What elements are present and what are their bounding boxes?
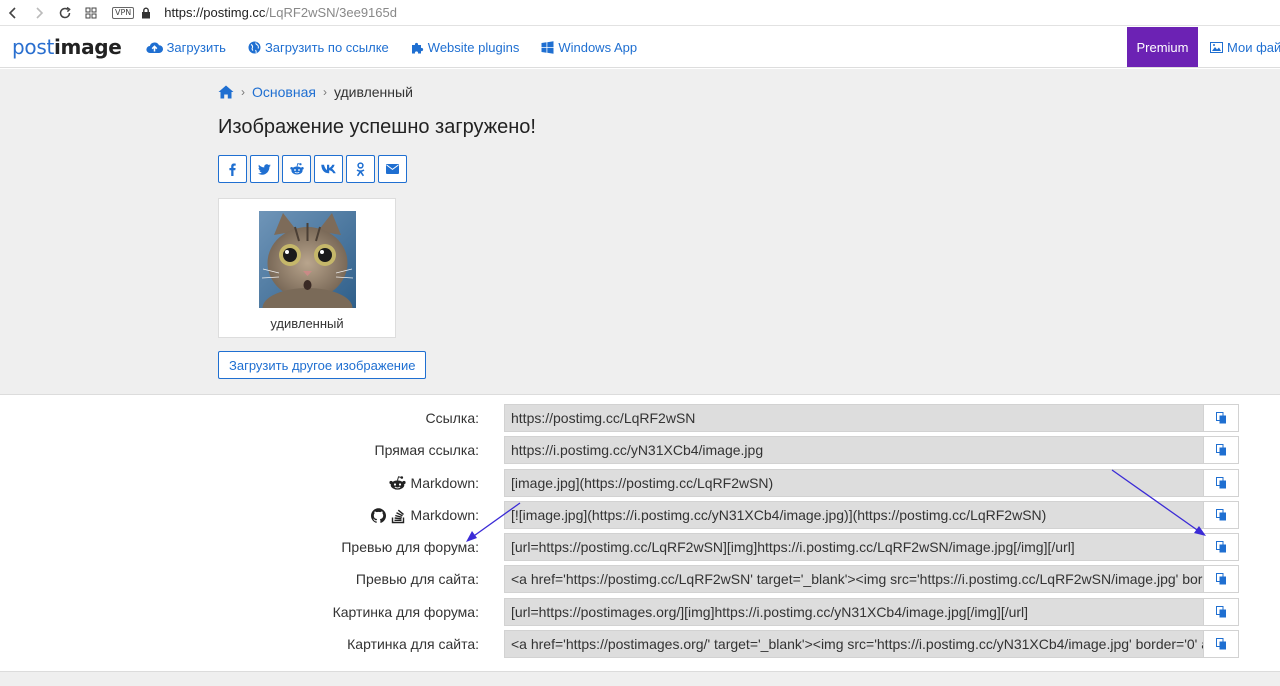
link-label-text: Картинка для сайта: [347, 636, 479, 652]
thumbnail-card[interactable]: удивленный [218, 198, 396, 338]
browser-toolbar: VPN https://postimg.cc/LqRF2wSN/3ee9165d [0, 0, 1280, 26]
nav-upload-label: Загрузить [166, 39, 226, 55]
link-row: Превью для форума: [url=https://postimg.… [0, 533, 1280, 561]
address-bar[interactable]: https://postimg.cc/LqRF2wSN/3ee9165d [164, 5, 397, 20]
link-label-text: Ссылка: [425, 410, 479, 426]
link-input[interactable]: [url=https://postimages.org/][img]https:… [504, 598, 1203, 626]
reddit-icon[interactable] [282, 155, 311, 183]
link-label: Прямая ссылка: [375, 436, 480, 464]
footer-strip [0, 671, 1280, 686]
thumbnail-caption: удивленный [270, 316, 344, 331]
my-files-label: Мои файл [1227, 39, 1280, 55]
email-icon[interactable] [378, 155, 407, 183]
link-label-text: Картинка для форума: [332, 604, 479, 620]
link-row: Markdown: [![image.jpg](https://i.postim… [0, 501, 1280, 529]
chevron-right-icon: › [241, 85, 245, 99]
postimage-logo[interactable]: postimage [12, 37, 122, 57]
breadcrumb: › Основная › удивленный [218, 84, 413, 100]
logo-part1: post [12, 35, 54, 59]
breadcrumb-parent[interactable]: Основная [252, 84, 316, 100]
link-input[interactable]: [image.jpg](https://postimg.cc/LqRF2wSN) [504, 469, 1203, 497]
link-label: Ссылка: [426, 404, 479, 432]
link-row: Прямая ссылка: https://i.postimg.cc/yN31… [0, 436, 1280, 464]
logo-part2: image [54, 35, 122, 59]
copy-icon[interactable] [1203, 630, 1239, 658]
site-header: postimage Загрузить Загрузить по ссылке … [0, 27, 1280, 68]
link-label-text: Превью для сайта: [355, 571, 479, 587]
copy-icon[interactable] [1203, 533, 1239, 561]
copy-icon[interactable] [1203, 598, 1239, 626]
puzzle-icon [411, 42, 423, 53]
twitter-icon[interactable] [250, 155, 279, 183]
nav-website-plugins-label: Website plugins [427, 39, 520, 55]
lock-icon[interactable] [140, 6, 152, 20]
stackoverflow-icon [391, 509, 404, 523]
nav-windows-app[interactable]: Windows App [541, 40, 637, 55]
link-row: Markdown: [image.jpg](https://postimg.cc… [0, 469, 1280, 497]
thumbnail-image[interactable] [259, 211, 356, 308]
link-row: Картинка для сайта: <a href='https://pos… [0, 630, 1280, 658]
reload-icon[interactable] [52, 0, 78, 26]
url-host: https://postimg.cc [164, 5, 266, 20]
link-row: Превью для сайта: <a href='https://posti… [0, 565, 1280, 593]
link-label-text: Превью для форума: [341, 539, 479, 555]
forward-icon[interactable] [26, 0, 52, 26]
back-icon[interactable] [0, 0, 26, 26]
nav-upload-by-link[interactable]: Загрузить по ссылке [248, 40, 389, 55]
breadcrumb-current: удивленный [333, 84, 413, 100]
link-input[interactable]: [url=https://postimg.cc/LqRF2wSN][img]ht… [504, 533, 1203, 561]
link-label: Превью для форума: [341, 533, 479, 561]
nav-upload-by-link-label: Загрузить по ссылке [264, 39, 389, 55]
link-row: Картинка для форума: [url=https://postim… [0, 598, 1280, 626]
copy-icon[interactable] [1203, 404, 1239, 432]
link-input[interactable]: [![image.jpg](https://i.postimg.cc/yN31X… [504, 501, 1203, 529]
link-label: Markdown: [370, 501, 479, 529]
page-title: Изображение успешно загружено! [218, 116, 536, 138]
link-input[interactable]: https://postimg.cc/LqRF2wSN [504, 404, 1203, 432]
link-input[interactable]: <a href='https://postimages.org/' target… [504, 630, 1203, 658]
link-label-text: Markdown: [410, 507, 479, 523]
link-label: Картинка для сайта: [347, 630, 479, 658]
upload-result-section: › Основная › удивленный Изображение успе… [0, 69, 1280, 395]
link-label: Картинка для форума: [333, 598, 479, 626]
my-files-link[interactable]: Мои файл [1210, 27, 1280, 67]
link-input[interactable]: <a href='https://postimg.cc/LqRF2wSN' ta… [504, 565, 1203, 593]
cloud-upload-icon [145, 42, 163, 53]
links-section: Ссылка: https://postimg.cc/LqRF2wSN Прям… [0, 396, 1280, 671]
globe-icon [248, 41, 261, 53]
vpn-badge[interactable]: VPN [112, 6, 135, 19]
link-input[interactable]: https://i.postimg.cc/yN31XCb4/image.jpg [504, 436, 1203, 464]
copy-icon[interactable] [1203, 565, 1239, 593]
image-icon [1210, 41, 1223, 53]
copy-icon[interactable] [1203, 436, 1239, 464]
link-row: Ссылка: https://postimg.cc/LqRF2wSN [0, 404, 1280, 432]
link-label-text: Прямая ссылка: [374, 442, 480, 458]
vk-icon[interactable] [314, 155, 343, 183]
tabs-grid-icon[interactable] [78, 0, 104, 26]
share-buttons [218, 155, 407, 183]
home-icon[interactable] [218, 85, 234, 99]
upload-another-button[interactable]: Загрузить другое изображение [218, 351, 427, 379]
copy-icon[interactable] [1203, 501, 1239, 529]
url-path: /LqRF2wSN/3ee9165d [265, 5, 397, 20]
main-nav: Загрузить Загрузить по ссылке Website pl… [145, 39, 660, 55]
link-label: Превью для сайта: [356, 565, 479, 593]
link-label: Markdown: [388, 469, 479, 497]
github-icon [370, 507, 386, 523]
nav-website-plugins[interactable]: Website plugins [411, 39, 520, 55]
reddit-icon [388, 476, 406, 490]
nav-upload[interactable]: Загрузить [145, 39, 226, 55]
facebook-icon[interactable] [218, 155, 247, 183]
nav-windows-app-label: Windows App [558, 39, 638, 55]
copy-icon[interactable] [1203, 469, 1239, 497]
link-label-text: Markdown: [410, 475, 479, 491]
odnoklassniki-icon[interactable] [346, 155, 375, 183]
windows-icon [541, 40, 554, 54]
chevron-right-icon: › [322, 85, 327, 99]
premium-button[interactable]: Premium [1127, 27, 1198, 67]
